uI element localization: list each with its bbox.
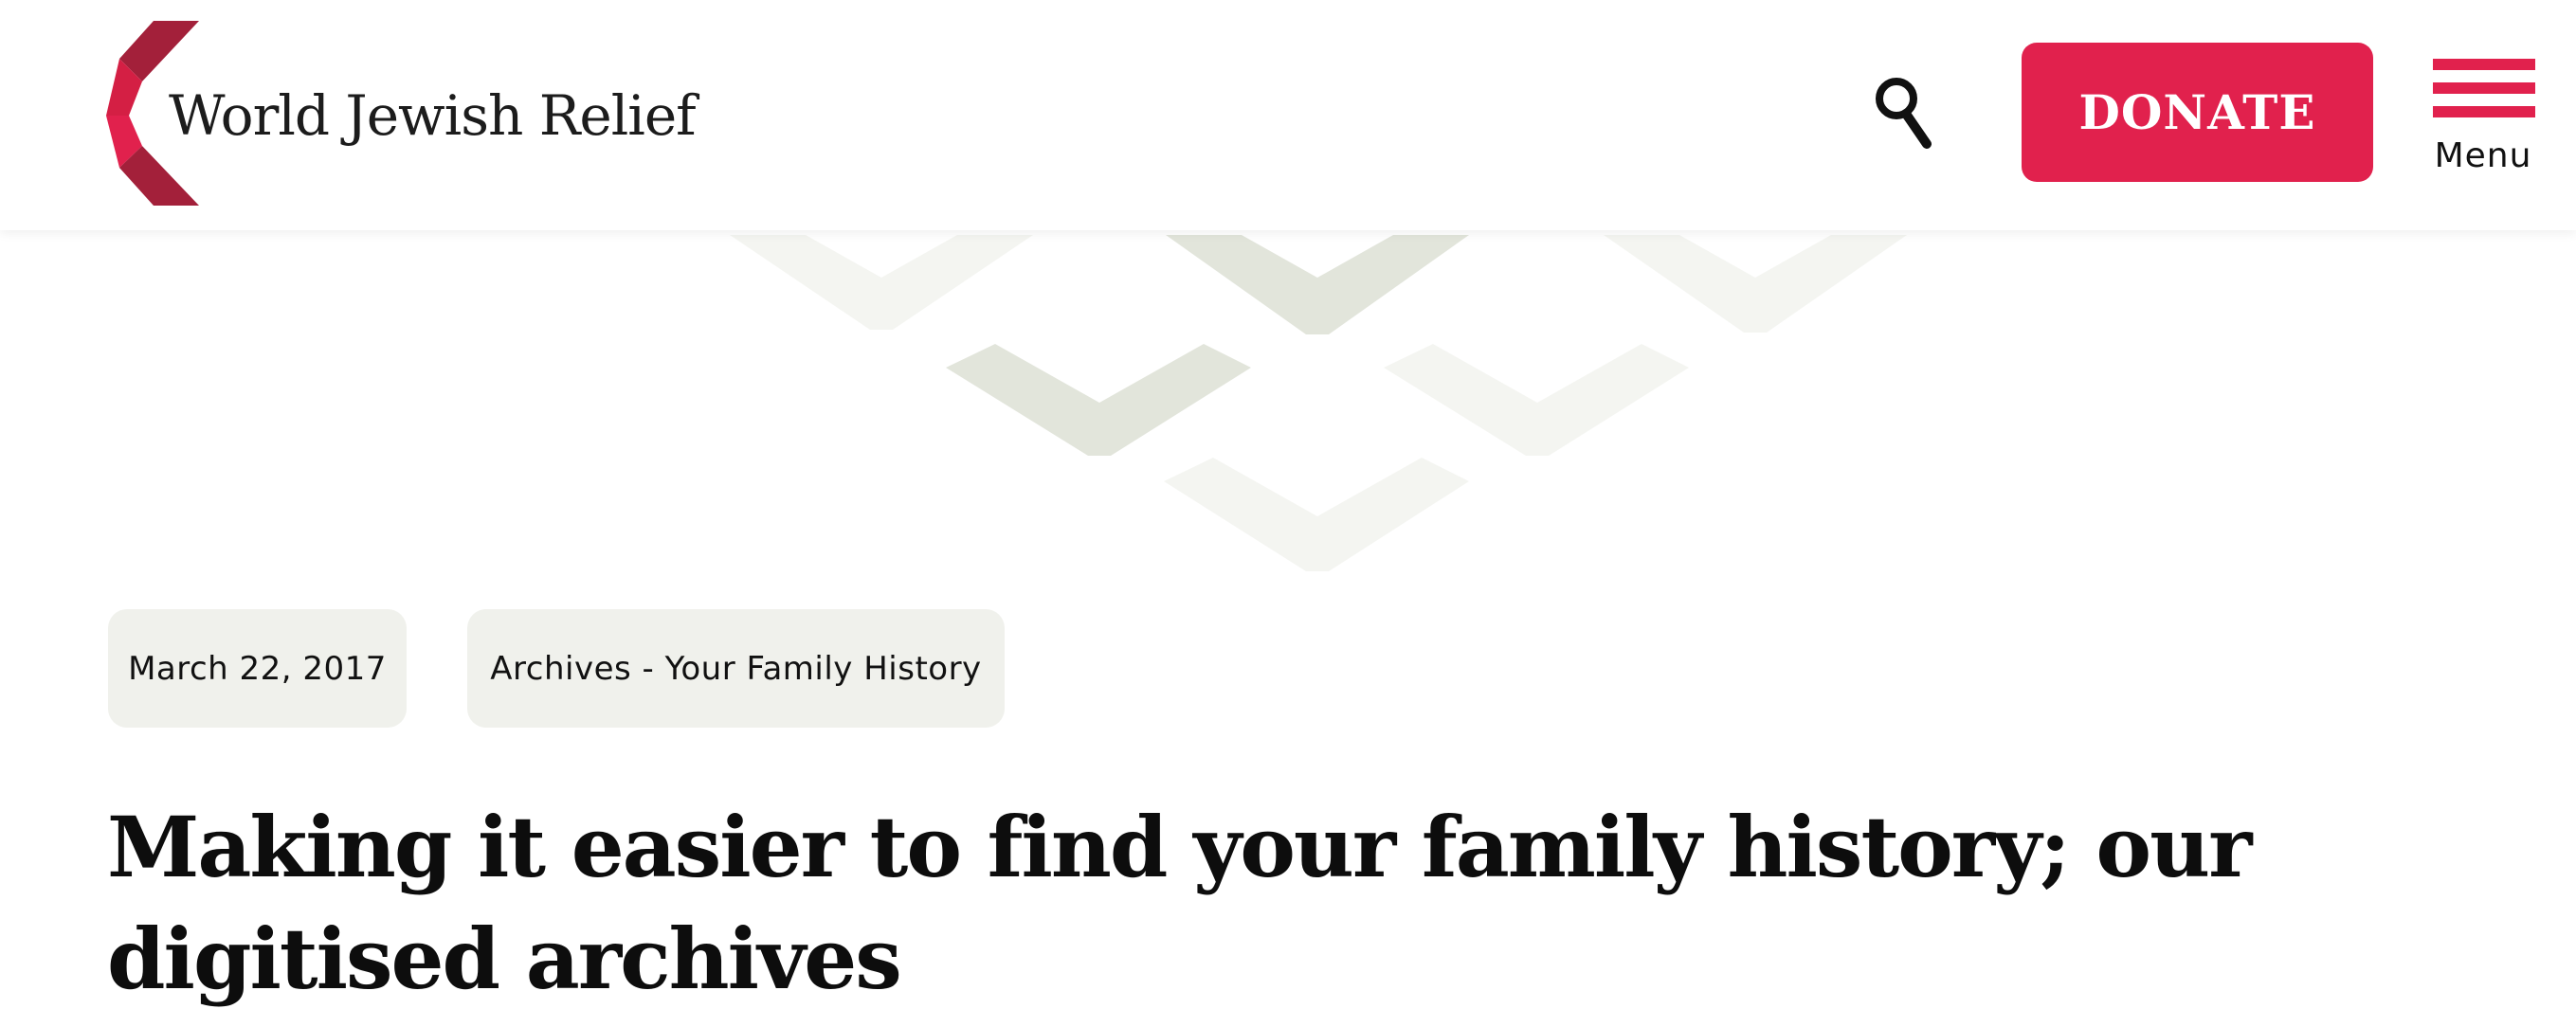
donate-button[interactable]: DONATE bbox=[2022, 43, 2373, 182]
search-button[interactable] bbox=[1872, 74, 1934, 150]
chevron-pattern-decoration bbox=[730, 235, 1907, 571]
post-date-badge: March 22, 2017 bbox=[108, 609, 407, 728]
menu-label: Menu bbox=[2434, 136, 2532, 175]
page-title: Making it easier to find your family his… bbox=[107, 798, 2252, 1008]
post-category-tag[interactable]: Archives - Your Family History bbox=[467, 609, 1005, 728]
menu-button[interactable]: Menu bbox=[2428, 57, 2538, 185]
search-icon bbox=[1876, 78, 1932, 149]
site-logo-link[interactable]: World Jewish Relief bbox=[106, 21, 697, 206]
site-header: World Jewish Relief DONATE Menu bbox=[0, 0, 2576, 230]
logo-text: World Jewish Relief bbox=[169, 82, 697, 148]
